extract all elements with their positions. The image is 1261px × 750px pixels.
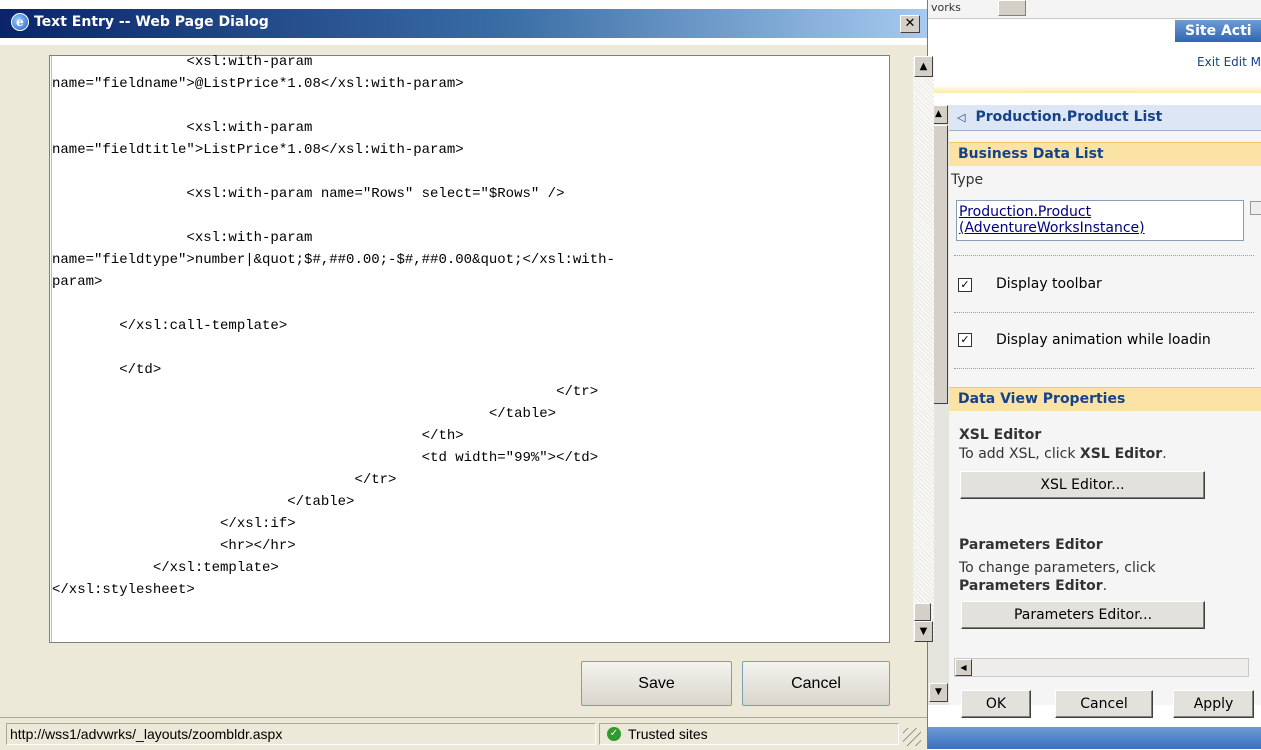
security-zone-label: Trusted sites xyxy=(628,726,708,742)
scroll-down-arrow-icon[interactable]: ▼ xyxy=(914,621,933,642)
params-text-bold: Parameters Editor xyxy=(959,578,1103,594)
status-bar: http://wss1/advwrks/_layouts/zoombldr.as… xyxy=(0,717,927,750)
site-actions-menu[interactable]: Site Acti xyxy=(1175,20,1261,42)
display-toolbar-label: Display toolbar xyxy=(996,276,1102,292)
top-dropdown-button[interactable] xyxy=(998,0,1026,16)
dialog-titlebar: e Text Entry -- Web Page Dialog ✕ xyxy=(0,0,927,45)
dialog-title: Text Entry -- Web Page Dialog xyxy=(34,14,269,30)
edit-mode-band xyxy=(928,85,1261,93)
checkmark-icon: ✓ xyxy=(607,727,621,741)
save-button[interactable]: Save xyxy=(581,661,732,706)
display-toolbar-checkbox[interactable]: ✓ xyxy=(958,278,972,292)
parameters-editor-button[interactable]: Parameters Editor... xyxy=(961,601,1205,629)
ok-button[interactable]: OK xyxy=(961,690,1031,718)
toolpane-title-text: Production.Product List xyxy=(975,109,1163,125)
scroll-thumb[interactable] xyxy=(914,603,931,621)
scroll-left-arrow-icon[interactable]: ◀ xyxy=(955,659,972,676)
security-zone: ✓ Trusted sites xyxy=(599,723,899,745)
xsl-editor-button[interactable]: XSL Editor... xyxy=(960,471,1205,499)
toolpane-cancel-button[interactable]: Cancel xyxy=(1055,690,1153,718)
display-animation-checkbox[interactable]: ✓ xyxy=(958,333,972,347)
section-data-view-properties[interactable]: Data View Properties xyxy=(949,387,1261,411)
type-label: Type xyxy=(951,172,984,188)
bottom-blue-bar xyxy=(928,727,1261,749)
cancel-button[interactable]: Cancel xyxy=(742,661,890,706)
titlebar-gradient: e Text Entry -- Web Page Dialog ✕ xyxy=(0,9,927,38)
parameters-editor-heading: Parameters Editor xyxy=(959,537,1103,553)
type-value-line2[interactable]: (AdventureWorksInstance) xyxy=(959,220,1241,236)
xsl-editor-description: To add XSL, click XSL Editor. xyxy=(959,446,1167,462)
parameters-editor-description: To change parameters, click xyxy=(959,560,1156,576)
xsl-text-suffix: . xyxy=(1162,446,1167,462)
back-arrow-icon[interactable]: ◁ xyxy=(957,106,965,130)
web-part-tool-pane: ◁ Production.Product List Business Data L… xyxy=(949,105,1261,718)
resize-grip-icon[interactable] xyxy=(903,728,921,746)
xsl-code-text[interactable]: <xsl:with-param name="fieldname">@ListPr… xyxy=(52,51,615,601)
divider xyxy=(954,312,1254,313)
status-url: http://wss1/advwrks/_layouts/zoombldr.as… xyxy=(6,723,596,745)
toolpane-title: ◁ Production.Product List xyxy=(949,105,1261,131)
divider xyxy=(954,255,1254,256)
params-text-suffix: . xyxy=(1102,578,1108,594)
text-entry-dialog: e Text Entry -- Web Page Dialog ✕ <xsl:w… xyxy=(0,0,934,750)
apply-button[interactable]: Apply xyxy=(1173,690,1254,718)
xsl-text-bold: XSL Editor xyxy=(1079,446,1163,462)
exit-edit-mode-link[interactable]: Exit Edit M xyxy=(1197,55,1261,69)
scroll-down-arrow-icon[interactable]: ▼ xyxy=(929,683,948,702)
close-icon[interactable]: ✕ xyxy=(900,15,920,33)
xsl-text-prefix: To add XSL, click xyxy=(959,446,1080,462)
parameters-editor-description-2: Parameters Editor. xyxy=(959,578,1107,594)
scroll-up-arrow-icon[interactable]: ▲ xyxy=(914,56,933,77)
section-business-data-list[interactable]: Business Data List xyxy=(949,142,1261,166)
type-value-line1[interactable]: Production.Product xyxy=(959,204,1241,220)
top-strip: vorks xyxy=(928,0,1261,19)
ie-icon: e xyxy=(11,13,29,31)
text-area-vertical-scrollbar[interactable]: ▲ ▼ xyxy=(913,56,934,642)
type-picker-icon[interactable] xyxy=(1250,201,1261,215)
divider xyxy=(954,368,1254,369)
type-value-box[interactable]: Production.Product (AdventureWorksInstan… xyxy=(956,200,1244,241)
display-animation-label: Display animation while loadin xyxy=(996,332,1211,348)
sharepoint-background-page: vorks Site Acti Exit Edit M ▲ ▼ ◁ Product… xyxy=(928,0,1261,749)
toolpane-horizontal-scrollbar[interactable]: ◀ xyxy=(954,658,1249,677)
xsl-text-area[interactable]: <xsl:with-param name="fieldname">@ListPr… xyxy=(49,54,934,643)
xsl-editor-heading: XSL Editor xyxy=(959,427,1042,443)
truncated-site-name: vorks xyxy=(931,1,961,14)
